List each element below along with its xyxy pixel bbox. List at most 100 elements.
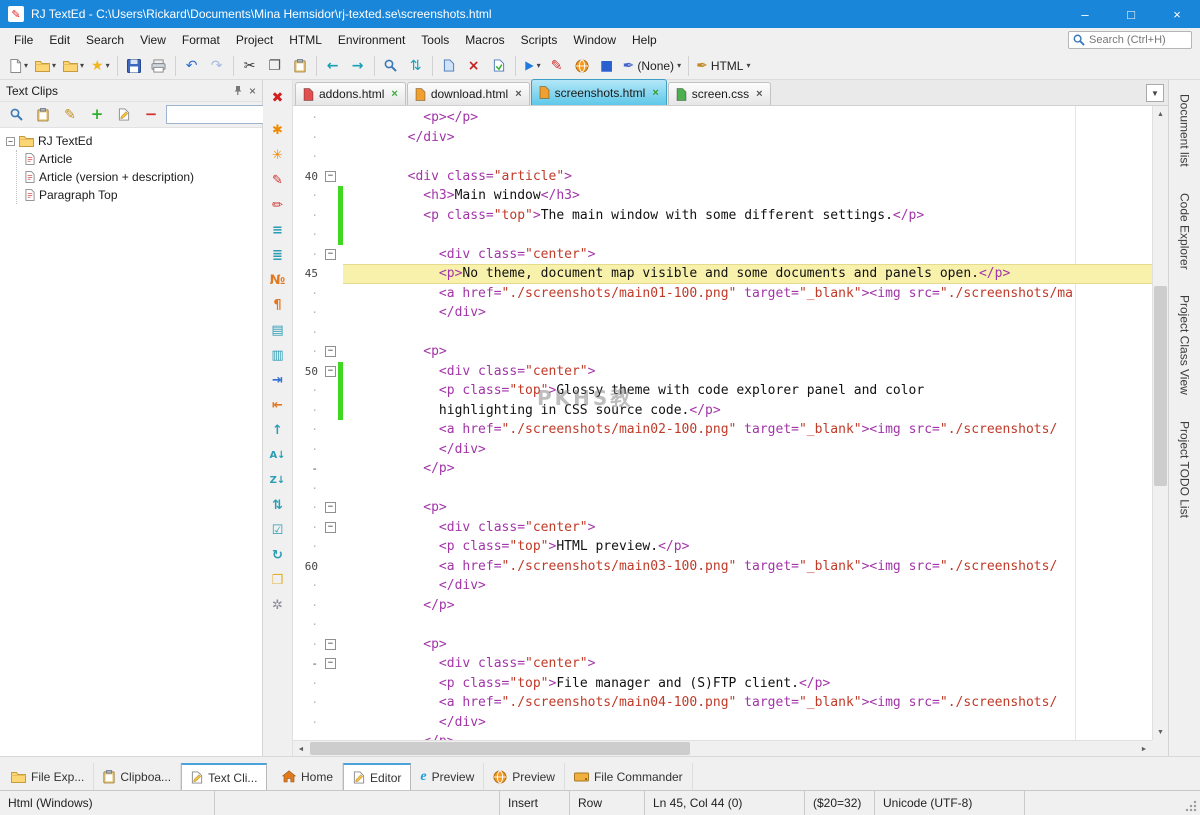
sort-ascending-icon[interactable]: A↓ <box>269 443 285 468</box>
tab-list-dropdown-button[interactable]: ▼ <box>1146 84 1164 102</box>
clip-library-button[interactable] <box>31 103 55 127</box>
code-line-62[interactable]: · </p> <box>293 596 1152 616</box>
add-clip-button[interactable]: + <box>85 103 109 127</box>
code-line-56[interactable]: · <box>293 479 1152 499</box>
table-rows-icon[interactable]: ▤ <box>271 318 283 343</box>
tab-screenshots.html[interactable]: screenshots.html× <box>531 79 667 105</box>
view-tab-home-0[interactable]: Home <box>273 763 343 790</box>
code-line-39[interactable]: · <box>293 147 1152 167</box>
sidebar-tab-project-todo-list[interactable]: Project TODO List <box>1178 421 1192 518</box>
maximize-button[interactable]: □ <box>1108 0 1154 28</box>
sort-descending-icon[interactable]: Z↓ <box>270 468 286 493</box>
table-columns-icon[interactable]: ▥ <box>271 343 283 368</box>
sidebar-tab-document-list[interactable]: Document list <box>1178 94 1192 167</box>
code-line-38[interactable]: · </div> <box>293 128 1152 148</box>
scroll-up-icon[interactable]: ▲ <box>1153 106 1168 122</box>
tree-root-rj-texted[interactable]: −RJ TextEd <box>6 132 262 150</box>
horizontal-scrollbar[interactable]: ◄ ► <box>293 740 1152 756</box>
fold-collapse-icon[interactable]: − <box>325 249 336 260</box>
code-line-55[interactable]: - </p> <box>293 459 1152 479</box>
menu-scripts[interactable]: Scripts <box>513 28 566 52</box>
close-tab-icon[interactable]: × <box>391 88 397 100</box>
close-tab-icon[interactable]: × <box>515 88 521 100</box>
favorites-button[interactable]: ★▾ <box>88 54 113 78</box>
code-line-68[interactable]: · </div> <box>293 713 1152 733</box>
sort-lines-icon[interactable]: ⇅ <box>272 493 283 518</box>
sidebar-tab-project-class-view[interactable]: Project Class View <box>1178 295 1192 395</box>
code-line-40[interactable]: 40− <div class="article"> <box>293 167 1152 187</box>
move-up-icon[interactable]: ↑ <box>272 418 283 443</box>
edit-clip-button[interactable]: ✎ <box>58 103 82 127</box>
outdent-icon[interactable]: ⇤ <box>272 393 283 418</box>
close-document-button[interactable]: × <box>462 54 486 78</box>
notes-icon[interactable]: ❒ <box>272 568 284 593</box>
panel-tab-clipboa[interactable]: Clipboa... <box>94 763 181 790</box>
fold-collapse-icon[interactable]: − <box>325 502 336 513</box>
copy-button[interactable]: ❐ <box>263 54 287 78</box>
document-info-button[interactable] <box>437 54 461 78</box>
panel-tab-fileexp[interactable]: File Exp... <box>2 763 94 790</box>
fold-collapse-icon[interactable]: − <box>325 171 336 182</box>
code-line-61[interactable]: · </div> <box>293 576 1152 596</box>
refresh-document-button[interactable] <box>487 54 511 78</box>
code-line-58[interactable]: ·− <div class="center"> <box>293 518 1152 538</box>
code-line-69[interactable]: · </p> <box>293 732 1152 740</box>
tree-item[interactable]: Article (version + description) <box>25 168 262 186</box>
menu-help[interactable]: Help <box>624 28 665 52</box>
code-line-42[interactable]: · <p class="top">The main window with so… <box>293 206 1152 226</box>
undo-button[interactable]: ↶ <box>180 54 204 78</box>
fold-collapse-icon[interactable]: − <box>325 366 336 377</box>
code-line-53[interactable]: · <a href="./screenshots/main02-100.png"… <box>293 420 1152 440</box>
code-line-52[interactable]: · highlighting in CSS source code.</p> <box>293 401 1152 421</box>
browser-preview-button[interactable] <box>570 54 594 78</box>
run-button[interactable]: ▾ <box>520 54 544 78</box>
menu-environment[interactable]: Environment <box>330 28 413 52</box>
edit-tag-icon[interactable]: ✎ <box>272 168 283 193</box>
menu-window[interactable]: Window <box>565 28 624 52</box>
tab-download.html[interactable]: download.html× <box>407 82 530 105</box>
code-line-54[interactable]: · </div> <box>293 440 1152 460</box>
scroll-right-icon[interactable]: ► <box>1136 741 1152 757</box>
close-tab-icon[interactable]: × <box>652 87 658 99</box>
delete-clip-button[interactable]: − <box>139 103 163 127</box>
code-line-50[interactable]: 50− <div class="center"> <box>293 362 1152 382</box>
menu-html[interactable]: HTML <box>281 28 330 52</box>
code-line-59[interactable]: · <p class="top">HTML preview.</p> <box>293 537 1152 557</box>
code-line-44[interactable]: ·− <div class="center"> <box>293 245 1152 265</box>
fold-collapse-icon[interactable]: − <box>325 346 336 357</box>
refresh-icon[interactable]: ↻ <box>272 543 283 568</box>
horizontal-scroll-thumb[interactable] <box>310 742 690 755</box>
ordered-list-icon[interactable]: № <box>270 268 286 293</box>
html-toolbar-select[interactable]: ✒HTML▾ <box>693 54 753 78</box>
collapse-icon[interactable]: − <box>6 137 15 146</box>
menu-search[interactable]: Search <box>78 28 132 52</box>
code-line-46[interactable]: · <a href="./screenshots/main01-100.png"… <box>293 284 1152 304</box>
code-line-48[interactable]: · <box>293 323 1152 343</box>
code-line-66[interactable]: · <p class="top">File manager and (S)FTP… <box>293 674 1152 694</box>
sidebar-tab-code-explorer[interactable]: Code Explorer <box>1178 193 1192 270</box>
redo-button[interactable]: ↷ <box>205 54 229 78</box>
scroll-left-icon[interactable]: ◄ <box>293 741 309 757</box>
indent-icon[interactable]: ⇥ <box>272 368 283 393</box>
open-folder-button[interactable]: ▾ <box>60 54 87 78</box>
code-line-63[interactable]: · <box>293 615 1152 635</box>
panel-tab-textcli[interactable]: Text Cli... <box>181 763 267 790</box>
stop-button[interactable]: ■ <box>595 54 619 78</box>
tree-item[interactable]: Paragraph Top <box>25 186 262 204</box>
code-line-67[interactable]: · <a href="./screenshots/main04-100.png"… <box>293 693 1152 713</box>
fold-collapse-icon[interactable]: − <box>325 639 336 650</box>
code-editor[interactable]: · <p></p>· </div>·40− <div class="articl… <box>293 106 1152 740</box>
fold-collapse-icon[interactable]: − <box>325 522 336 533</box>
sort-button[interactable]: ⇅ <box>404 54 428 78</box>
menu-view[interactable]: View <box>132 28 174 52</box>
code-line-51[interactable]: · <p class="top">Glossy theme with code … <box>293 381 1152 401</box>
fold-collapse-icon[interactable]: − <box>325 658 336 669</box>
find-clip-button[interactable] <box>4 103 28 127</box>
tree-item[interactable]: Article <box>25 150 262 168</box>
resize-grip[interactable] <box>1185 800 1197 812</box>
scroll-down-icon[interactable]: ▼ <box>1153 724 1168 740</box>
code-line-37[interactable]: · <p></p> <box>293 108 1152 128</box>
code-line-65[interactable]: -− <div class="center"> <box>293 654 1152 674</box>
menu-macros[interactable]: Macros <box>457 28 512 52</box>
settings-icon[interactable]: ✲ <box>272 593 283 618</box>
